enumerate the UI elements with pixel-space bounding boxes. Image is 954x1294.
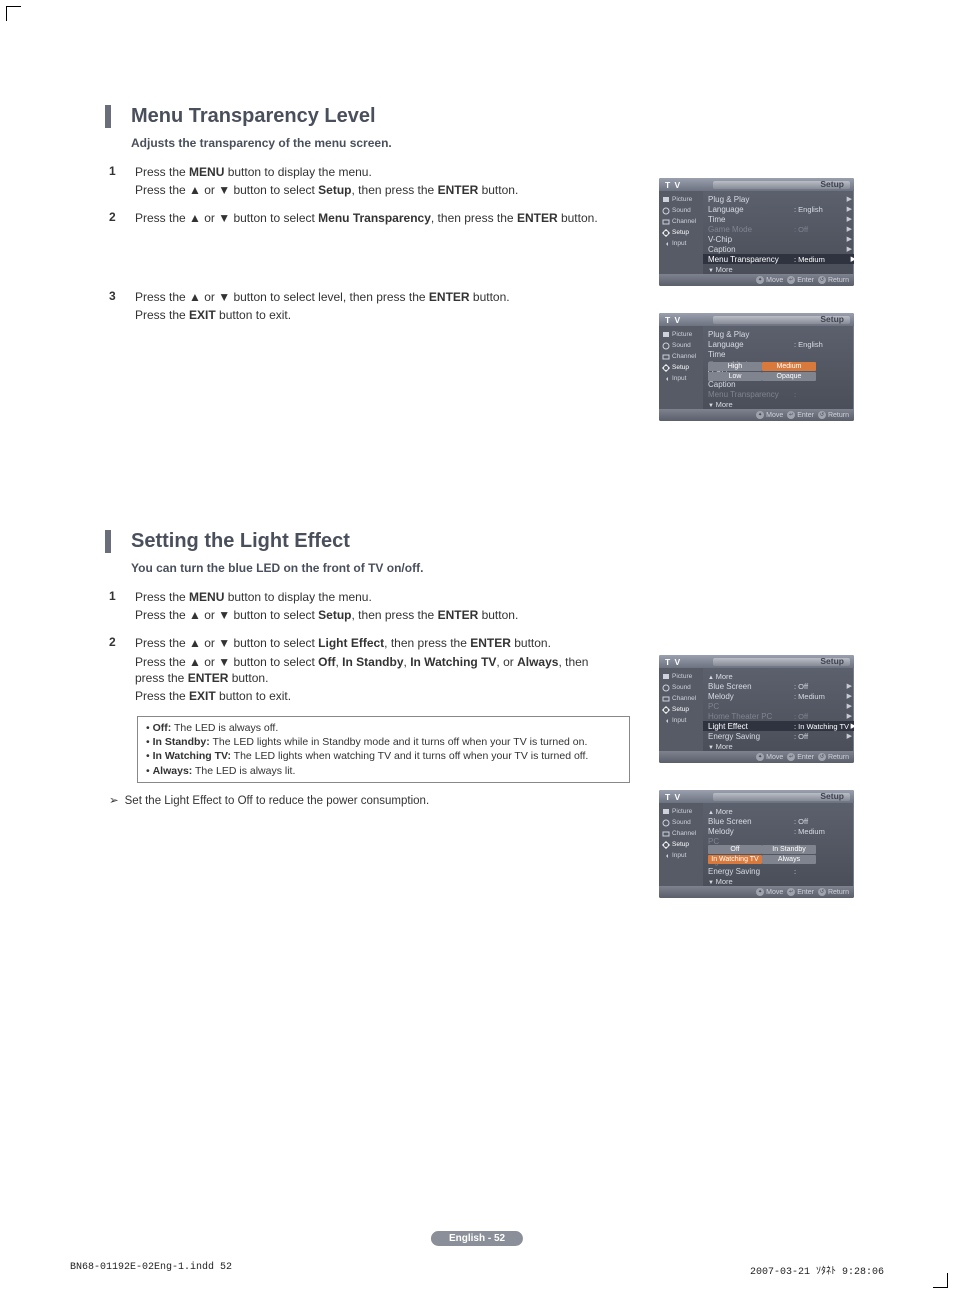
osd-screenshot-3: T VSetup PictureSoundChannelSetupInputMo… (659, 655, 854, 763)
section-title: Menu Transparency Level (131, 105, 864, 128)
page-number-badge: English - 52 (431, 1231, 523, 1246)
osd-option: Low (708, 372, 762, 381)
osd-side-item: Sound (659, 340, 703, 351)
osd-screenshot-4: T VSetup PictureSoundChannelSetupInputMo… (659, 790, 854, 898)
section-light-effect: Setting the Light Effect (105, 530, 864, 553)
osd-row: Home Theater PC: Off▶ (708, 711, 850, 721)
osd-footer: ✦Move ↵Enter ↺Return (659, 886, 854, 898)
osd-titlebar: T VSetup (659, 313, 854, 326)
osd-side-item: Channel (659, 693, 703, 704)
osd-side-item: Input (659, 373, 703, 384)
osd-row: Blue Screen: Off (708, 816, 850, 826)
note-box: • Off: The LED is always off.• In Standb… (137, 716, 630, 783)
step-number: 2 (109, 635, 135, 706)
osd-titlebar: T VSetup (659, 655, 854, 668)
osd-screenshot-2: T VSetup PictureSoundChannelSetupInput Pl… (659, 313, 854, 421)
osd-side-item: Setup (659, 839, 703, 850)
osd-side-item: Picture (659, 194, 703, 205)
osd-option: Opaque (762, 372, 816, 381)
osd-side-item: Sound (659, 817, 703, 828)
osd-option: Medium (762, 362, 816, 371)
osd-row: Caption▶ (708, 244, 850, 254)
footer-left: BN68-01192E-02Eng-1.indd 52 (70, 1262, 232, 1278)
step: 3Press the ▲ or ▼ button to select level… (109, 289, 609, 325)
osd-row: Light Effect: In Watching TV▶ (703, 721, 854, 731)
osd-side-item: Picture (659, 806, 703, 817)
osd-row: Melody: Medium▶ (708, 691, 850, 701)
osd-footer: ✦Move ↵Enter ↺Return (659, 751, 854, 763)
osd-row: V-Chip▶ (708, 234, 850, 244)
osd-row: Blue Screen: Off▶ (708, 681, 850, 691)
section-subtitle: You can turn the blue LED on the front o… (131, 561, 864, 575)
section-subtitle: Adjusts the transparency of the menu scr… (131, 136, 864, 150)
step: 2Press the ▲ or ▼ button to select Menu … (109, 210, 609, 228)
step-text: Press the MENU button to display the men… (135, 164, 609, 200)
osd-row: Language: English (708, 339, 850, 349)
osd-sidebar: PictureSoundChannelSetupInput (659, 803, 703, 886)
osd-row: Energy Saving: (708, 866, 850, 876)
osd-sidebar: PictureSoundChannelSetupInput (659, 668, 703, 751)
osd-row: Plug & Play▶ (708, 194, 850, 204)
osd-row: Melody: Medium (708, 826, 850, 836)
print-footer: BN68-01192E-02Eng-1.indd 52 2007-03-21 ｿ… (70, 1262, 884, 1278)
step-text: Press the MENU button to display the men… (135, 589, 609, 625)
osd-option: High (708, 362, 762, 371)
osd-side-item: Channel (659, 828, 703, 839)
osd-side-item: Sound (659, 682, 703, 693)
osd-side-item: Sound (659, 205, 703, 216)
osd-option: In Standby (762, 845, 816, 854)
osd-side-item: Input (659, 238, 703, 249)
step-text: Press the ▲ or ▼ button to select Light … (135, 635, 609, 706)
osd-footer: ✦Move ↵Enter ↺Return (659, 274, 854, 286)
osd-row: Menu Transparency: Medium▶ (703, 254, 854, 264)
section-transparency: Menu Transparency Level (105, 105, 864, 128)
osd-side-item: Input (659, 850, 703, 861)
osd-sidebar: PictureSoundChannelSetupInput (659, 326, 703, 409)
osd-footer: ✦Move ↵Enter ↺Return (659, 409, 854, 421)
osd-side-item: Setup (659, 227, 703, 238)
osd-titlebar: T VSetup (659, 178, 854, 191)
osd-side-item: Input (659, 715, 703, 726)
step-text: Press the ▲ or ▼ button to select Menu T… (135, 210, 609, 228)
step-number: 2 (109, 210, 135, 228)
osd-row: Game Mode: Off▶ (708, 224, 850, 234)
osd-side-item: Channel (659, 216, 703, 227)
step: 2Press the ▲ or ▼ button to select Light… (109, 635, 609, 706)
osd-option: Always (762, 855, 816, 864)
osd-row: Time▶ (708, 214, 850, 224)
osd-sidebar: PictureSoundChannelSetupInput (659, 191, 703, 274)
osd-side-item: Channel (659, 351, 703, 362)
osd-row: Plug & Play (708, 329, 850, 339)
osd-option: Off (708, 845, 762, 854)
section-title: Setting the Light Effect (131, 530, 864, 553)
osd-row: Menu Transparency: (708, 389, 850, 399)
osd-row: Energy Saving: Off▶ (708, 731, 850, 741)
osd-row: Time (708, 349, 850, 359)
osd-side-item: Setup (659, 704, 703, 715)
step-number: 1 (109, 164, 135, 200)
osd-titlebar: T VSetup (659, 790, 854, 803)
step-text: Press the ▲ or ▼ button to select level,… (135, 289, 609, 325)
osd-side-item: Picture (659, 329, 703, 340)
step: 1Press the MENU button to display the me… (109, 164, 609, 200)
osd-side-item: Picture (659, 671, 703, 682)
osd-screenshot-1: T VSetup PictureSoundChannelSetupInput Pl… (659, 178, 854, 286)
footer-right: 2007-03-21 ｿﾀﾈﾄ 9:28:06 (750, 1262, 884, 1278)
osd-side-item: Setup (659, 362, 703, 373)
osd-row: Language: English▶ (708, 204, 850, 214)
step: 1Press the MENU button to display the me… (109, 589, 609, 625)
osd-row: PC▶ (708, 701, 850, 711)
osd-option: In Watching TV (708, 855, 762, 864)
step-number: 1 (109, 589, 135, 625)
step-number: 3 (109, 289, 135, 325)
